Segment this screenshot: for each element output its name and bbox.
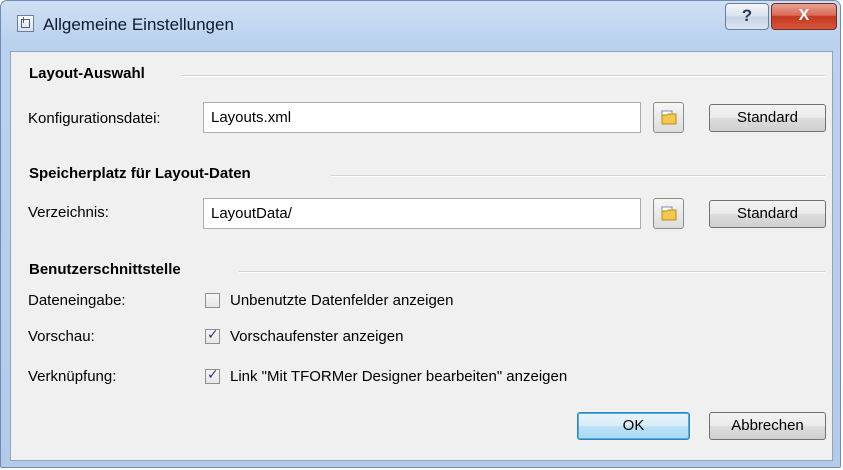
section-divider — [181, 75, 825, 77]
cancel-button[interactable]: Abbrechen — [709, 412, 826, 440]
title-bar[interactable]: Allgemeine Einstellungen ? X — [1, 1, 840, 51]
ok-button[interactable]: OK — [577, 412, 690, 440]
app-icon — [17, 15, 34, 32]
help-button[interactable]: ? — [725, 3, 769, 30]
preview-window-checkbox[interactable] — [205, 327, 220, 344]
directory-input[interactable]: LayoutData/ — [203, 198, 641, 229]
dialog-window: Allgemeine Einstellungen ? X Layout-Ausw… — [0, 0, 841, 468]
preview-label: Vorschau: — [28, 328, 95, 345]
window-title: Allgemeine Einstellungen — [43, 15, 234, 34]
folder-icon — [661, 206, 677, 221]
designer-link-option-label[interactable]: Link "Mit TFORMer Designer bearbeiten" a… — [230, 368, 567, 385]
config-file-input[interactable]: Layouts.xml — [203, 102, 641, 133]
directory-standard-button[interactable]: Standard — [709, 200, 826, 228]
unused-fields-checkbox[interactable] — [205, 293, 220, 308]
dialog-content: Layout-Auswahl Konfigurationsdatei: Layo… — [10, 51, 833, 461]
close-button[interactable]: X — [771, 3, 837, 30]
folder-icon — [661, 110, 677, 125]
config-file-label: Konfigurationsdatei: — [28, 110, 161, 127]
preview-window-option-label[interactable]: Vorschaufenster anzeigen — [230, 328, 403, 345]
config-browse-button[interactable] — [653, 102, 684, 133]
directory-label: Verzeichnis: — [28, 204, 109, 221]
data-entry-label: Dateneingabe: — [28, 292, 126, 309]
link-label: Verknüpfung: — [28, 368, 117, 385]
designer-link-checkbox[interactable] — [205, 367, 220, 384]
section-title-storage: Speicherplatz für Layout-Daten — [29, 165, 251, 182]
directory-browse-button[interactable] — [653, 198, 684, 229]
unused-fields-option-label[interactable]: Unbenutzte Datenfelder anzeigen — [230, 292, 454, 309]
section-title-layout: Layout-Auswahl — [29, 65, 145, 82]
section-title-ui: Benutzerschnittstelle — [29, 261, 181, 278]
config-standard-button[interactable]: Standard — [709, 104, 826, 132]
section-divider — [239, 271, 825, 273]
section-divider — [331, 175, 825, 177]
